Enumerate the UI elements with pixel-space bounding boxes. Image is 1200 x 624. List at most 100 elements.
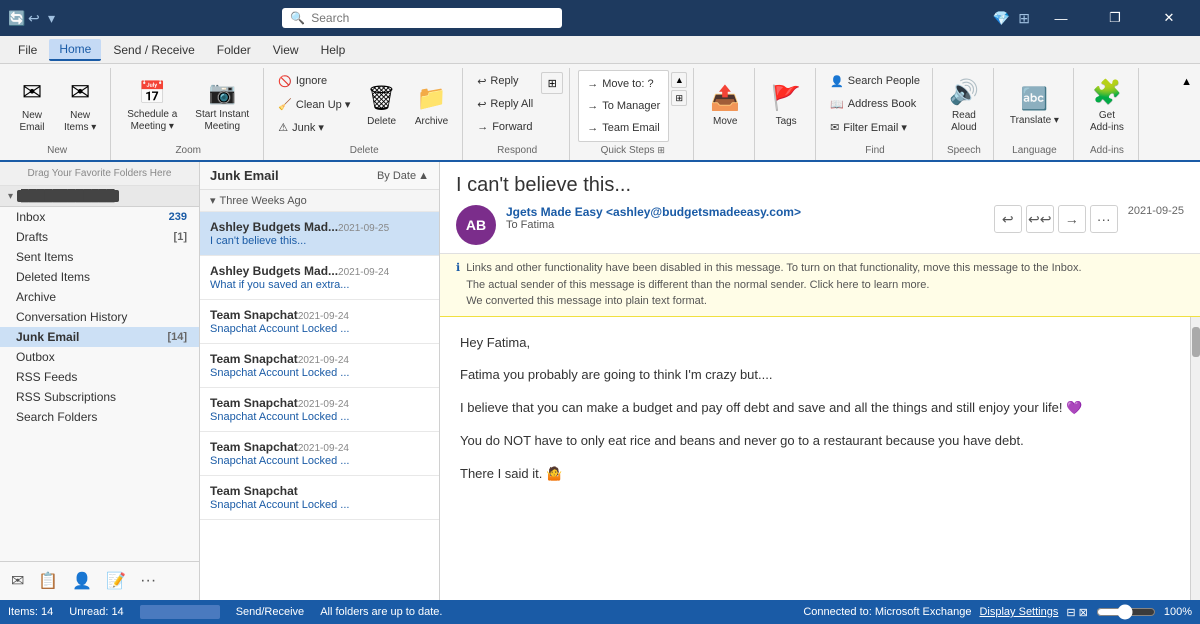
email-item-5[interactable]: Team Snapchat 2021-09-24 Snapchat Accoun… xyxy=(200,432,439,476)
menu-home[interactable]: Home xyxy=(49,39,101,61)
body-para-2: Fatima you probably are going to think I… xyxy=(460,365,1170,386)
filter-email-button[interactable]: ✉ Filter Email ▾ xyxy=(824,116,926,138)
team-email-button[interactable]: → Team Email xyxy=(581,117,666,139)
email-list-sort[interactable]: By Date xyxy=(377,170,416,182)
sidebar-item-rss[interactable]: RSS Feeds xyxy=(0,367,199,387)
email-item-3[interactable]: Team Snapchat 2021-09-24 Snapchat Accoun… xyxy=(200,344,439,388)
team-email-icon: → xyxy=(587,122,598,134)
display-settings-button[interactable]: Display Settings xyxy=(979,606,1058,618)
schedule-meeting-button[interactable]: 📅 Schedule aMeeting ▾ xyxy=(119,70,185,142)
get-addins-button[interactable]: 🧩 GetAdd-ins xyxy=(1082,70,1132,142)
customize-icon[interactable]: ▾ xyxy=(48,10,64,26)
new-email-button[interactable]: ✉ NewEmail xyxy=(10,70,54,142)
reading-meta: AB Jgets Made Easy <ashley@budgetsmadeea… xyxy=(456,205,1184,245)
sidebar-item-outbox[interactable]: Outbox xyxy=(0,347,199,367)
collapse-ribbon-button[interactable]: ▲ xyxy=(1177,72,1196,92)
people-nav-icon[interactable]: 👤 xyxy=(69,568,95,594)
ribbon-group-addins: 🧩 GetAdd-ins Add-ins xyxy=(1076,68,1139,160)
email-list-sort-arrow[interactable]: ▲ xyxy=(418,170,429,182)
sidebar-item-deleted[interactable]: Deleted Items xyxy=(0,267,199,287)
tags-button[interactable]: 🚩 Tags xyxy=(763,70,809,142)
reply-all-action-button[interactable]: ↩↩ xyxy=(1026,205,1054,233)
forward-button[interactable]: → Forward xyxy=(471,116,539,138)
menu-file[interactable]: File xyxy=(8,40,47,60)
menu-send-receive[interactable]: Send / Receive xyxy=(103,40,204,60)
ribbon-language-label: Language xyxy=(1012,143,1057,158)
email-item-4[interactable]: Team Snapchat 2021-09-24 Snapchat Accoun… xyxy=(200,388,439,432)
calendar-nav-icon[interactable]: 📋 xyxy=(35,568,61,594)
new-items-button[interactable]: ✉ NewItems ▾ xyxy=(56,70,104,142)
menu-view[interactable]: View xyxy=(263,40,309,60)
forward-action-button[interactable]: → xyxy=(1058,205,1086,233)
menu-folder[interactable]: Folder xyxy=(207,40,261,60)
read-aloud-button[interactable]: 🔊 ReadAloud xyxy=(941,70,987,142)
reading-scrollbar[interactable] xyxy=(1190,317,1200,601)
reading-body[interactable]: Hey Fatima, Fatima you probably are goin… xyxy=(440,317,1190,601)
respond-more-button[interactable]: ⊞ xyxy=(541,72,563,94)
move-to-button[interactable]: → Move to: ? xyxy=(581,73,666,95)
sidebar-collapse-icon[interactable]: ▾ xyxy=(8,191,13,202)
junk-button[interactable]: ⚠ Junk ▾ xyxy=(272,116,356,138)
delete-button[interactable]: 🗑 Delete xyxy=(358,70,404,142)
sidebar-item-inbox[interactable]: Inbox 239 xyxy=(0,207,199,227)
new-items-icon: ✉ xyxy=(70,78,90,107)
minimize-button[interactable]: — xyxy=(1038,0,1084,36)
respond-small-buttons: ↩ Reply ↩ Reply All → Forward xyxy=(471,70,539,138)
close-button[interactable]: ✕ xyxy=(1146,0,1192,36)
search-people-button[interactable]: 👤 Search People xyxy=(824,70,926,92)
reply-all-button[interactable]: ↩ Reply All xyxy=(471,93,539,115)
sidebar-item-sent[interactable]: Sent Items xyxy=(0,247,199,267)
address-book-button[interactable]: 📖 Address Book xyxy=(824,93,926,115)
reading-scroll-thumb[interactable] xyxy=(1192,327,1200,357)
sidebar-item-archive[interactable]: Archive xyxy=(0,287,199,307)
archive-button[interactable]: 📁 Archive xyxy=(407,70,456,142)
body-para-1: Hey Fatima, xyxy=(460,333,1170,354)
menu-help[interactable]: Help xyxy=(311,40,356,60)
email-sender-5: Team Snapchat xyxy=(210,440,298,454)
quicksteps-settings-button[interactable]: ⊞ xyxy=(671,90,687,106)
tasks-nav-icon[interactable]: 📝 xyxy=(103,568,129,594)
email-list-scroll[interactable]: ▾ Three Weeks Ago Ashley Budgets Mad... … xyxy=(200,190,439,600)
reply-action-button[interactable]: ↩ xyxy=(994,205,1022,233)
refresh-icon[interactable]: 🔄 xyxy=(8,10,24,26)
search-input[interactable] xyxy=(311,11,554,25)
email-sender-1: Ashley Budgets Mad... xyxy=(210,264,338,278)
sidebar-item-search-folders[interactable]: Search Folders xyxy=(0,407,199,427)
mail-nav-icon[interactable]: ✉ xyxy=(8,568,27,594)
start-instant-meeting-button[interactable]: 📷 Start InstantMeeting xyxy=(187,70,257,142)
move-button[interactable]: 📤 Move xyxy=(702,70,748,142)
email-item-6[interactable]: Team Snapchat Snapchat Account Locked ..… xyxy=(200,476,439,520)
email-date-4: 2021-09-24 xyxy=(298,399,349,410)
ignore-button[interactable]: 🚫 Ignore xyxy=(272,70,356,92)
to-manager-button[interactable]: → To Manager xyxy=(581,95,666,117)
undo-icon[interactable]: ↩ xyxy=(28,10,44,26)
warning-bar: ℹ Links and other functionality have bee… xyxy=(440,254,1200,317)
ribbon-respond-buttons: ↩ Reply ↩ Reply All → Forward ⊞ xyxy=(471,70,563,143)
reply-button[interactable]: ↩ Reply xyxy=(471,70,539,92)
email-item-1[interactable]: Ashley Budgets Mad... 2021-09-24 What if… xyxy=(200,256,439,300)
restore-button[interactable]: ❐ xyxy=(1092,0,1138,36)
group-collapse-icon[interactable]: ▾ xyxy=(210,194,216,207)
sidebar-item-conversation[interactable]: Conversation History xyxy=(0,307,199,327)
cleanup-button[interactable]: 🧹 Clean Up ▾ xyxy=(272,93,356,115)
warning-text: Links and other functionality have been … xyxy=(466,260,1081,310)
email-item-2[interactable]: Team Snapchat 2021-09-24 Snapchat Accoun… xyxy=(200,300,439,344)
email-sender-3: Team Snapchat xyxy=(210,352,298,366)
quicksteps-expand-button[interactable]: ▲ xyxy=(671,72,687,88)
ribbon-delete-buttons: 🚫 Ignore 🧹 Clean Up ▾ ⚠ Junk ▾ 🗑 Delete … xyxy=(272,70,456,143)
zoom-slider[interactable] xyxy=(1096,604,1156,620)
deleted-label: Deleted Items xyxy=(16,270,90,284)
translate-button[interactable]: 🔤 Translate ▾ xyxy=(1002,70,1067,142)
sidebar-item-drafts[interactable]: Drafts [1] xyxy=(0,227,199,247)
conversation-label: Conversation History xyxy=(16,310,127,324)
more-nav-icon[interactable]: ··· xyxy=(137,569,159,593)
ribbon-new-buttons: ✉ NewEmail ✉ NewItems ▾ xyxy=(10,70,104,143)
archive-label: Archive xyxy=(415,116,448,128)
email-item-0[interactable]: Ashley Budgets Mad... 2021-09-25 I can't… xyxy=(200,212,439,256)
sidebar-account-name: ████████████ xyxy=(17,190,119,202)
search-box[interactable]: 🔍 xyxy=(282,8,562,28)
sidebar-item-rss-sub[interactable]: RSS Subscriptions xyxy=(0,387,199,407)
more-action-button[interactable]: ··· xyxy=(1090,205,1118,233)
move-label: Move xyxy=(713,116,737,128)
sidebar-item-junk[interactable]: Junk Email [14] xyxy=(0,327,199,347)
